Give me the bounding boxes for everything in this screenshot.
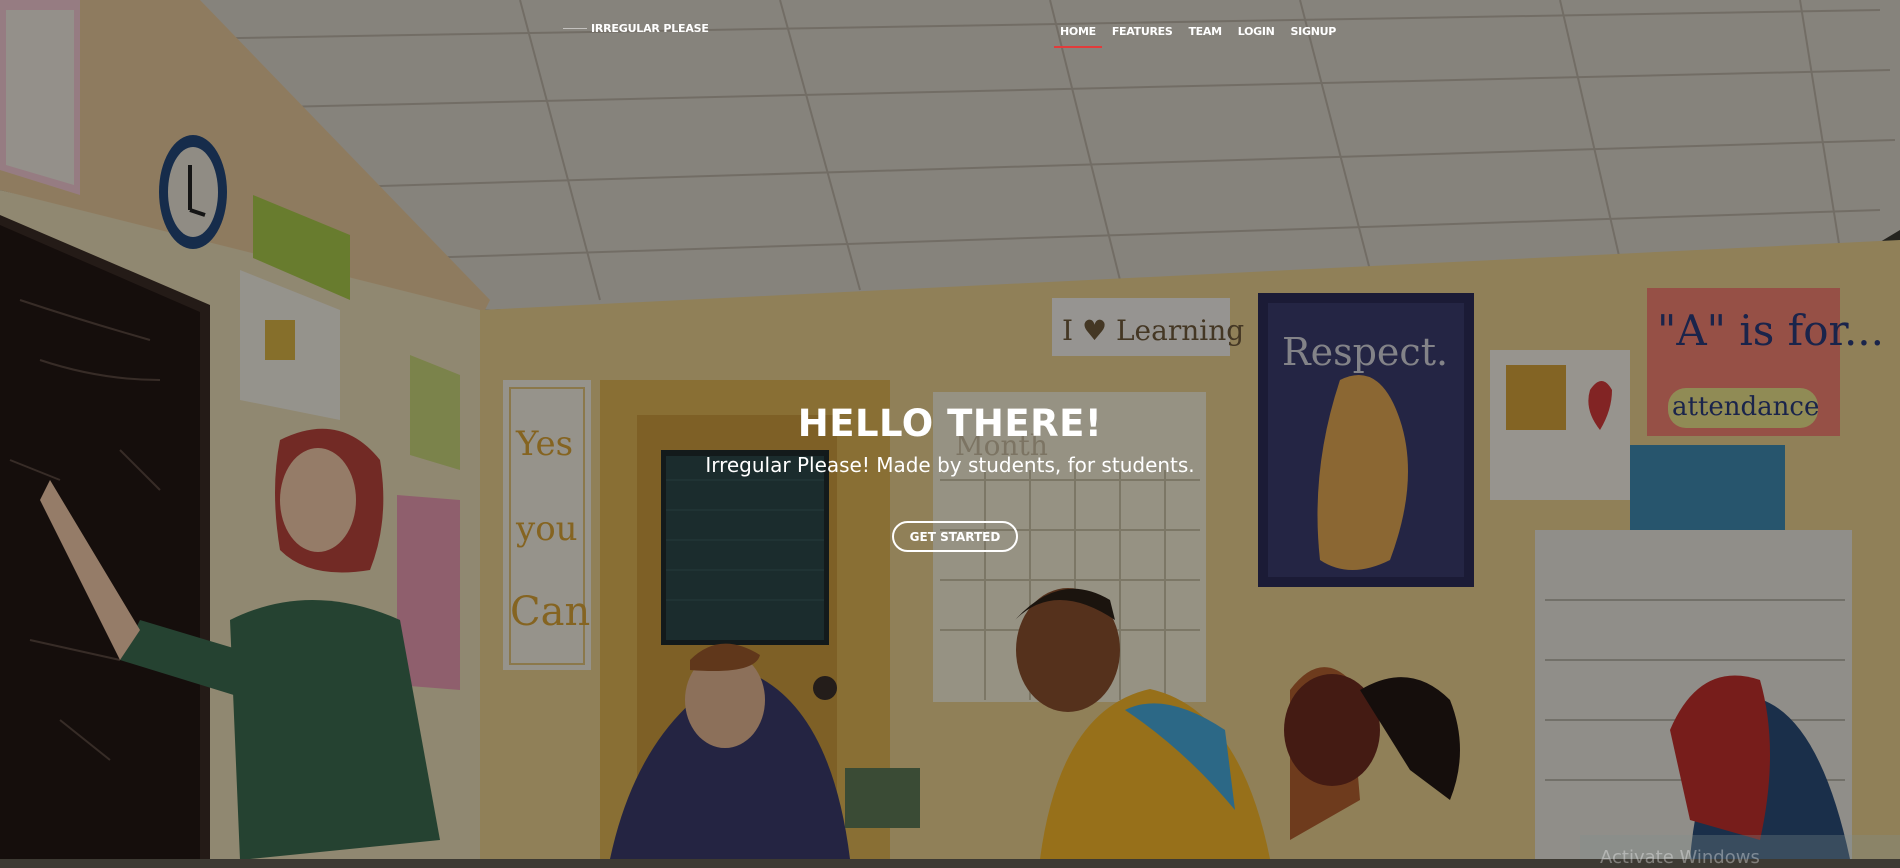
get-started-button[interactable]: GET STARTED — [892, 521, 1018, 552]
hero-subtitle: Irregular Please! Made by students, for … — [705, 453, 1195, 477]
hero-title: HELLO THERE! — [797, 402, 1103, 445]
nav-item-home[interactable]: HOME — [1052, 25, 1104, 48]
brand-line-decoration — [563, 28, 587, 29]
nav-item-login[interactable]: LOGIN — [1230, 25, 1283, 48]
nav-item-signup[interactable]: SIGNUP — [1283, 25, 1344, 48]
brand-name: IRREGULAR PLEASE — [591, 22, 709, 35]
activate-windows-watermark: Activate Windows — [1600, 847, 1760, 868]
brand-logo[interactable]: IRREGULAR PLEASE — [563, 22, 709, 35]
nav-item-team[interactable]: TEAM — [1180, 25, 1229, 48]
nav-item-features[interactable]: FEATURES — [1104, 25, 1181, 48]
top-navigation: HOME FEATURES TEAM LOGIN SIGNUP — [1052, 25, 1344, 48]
